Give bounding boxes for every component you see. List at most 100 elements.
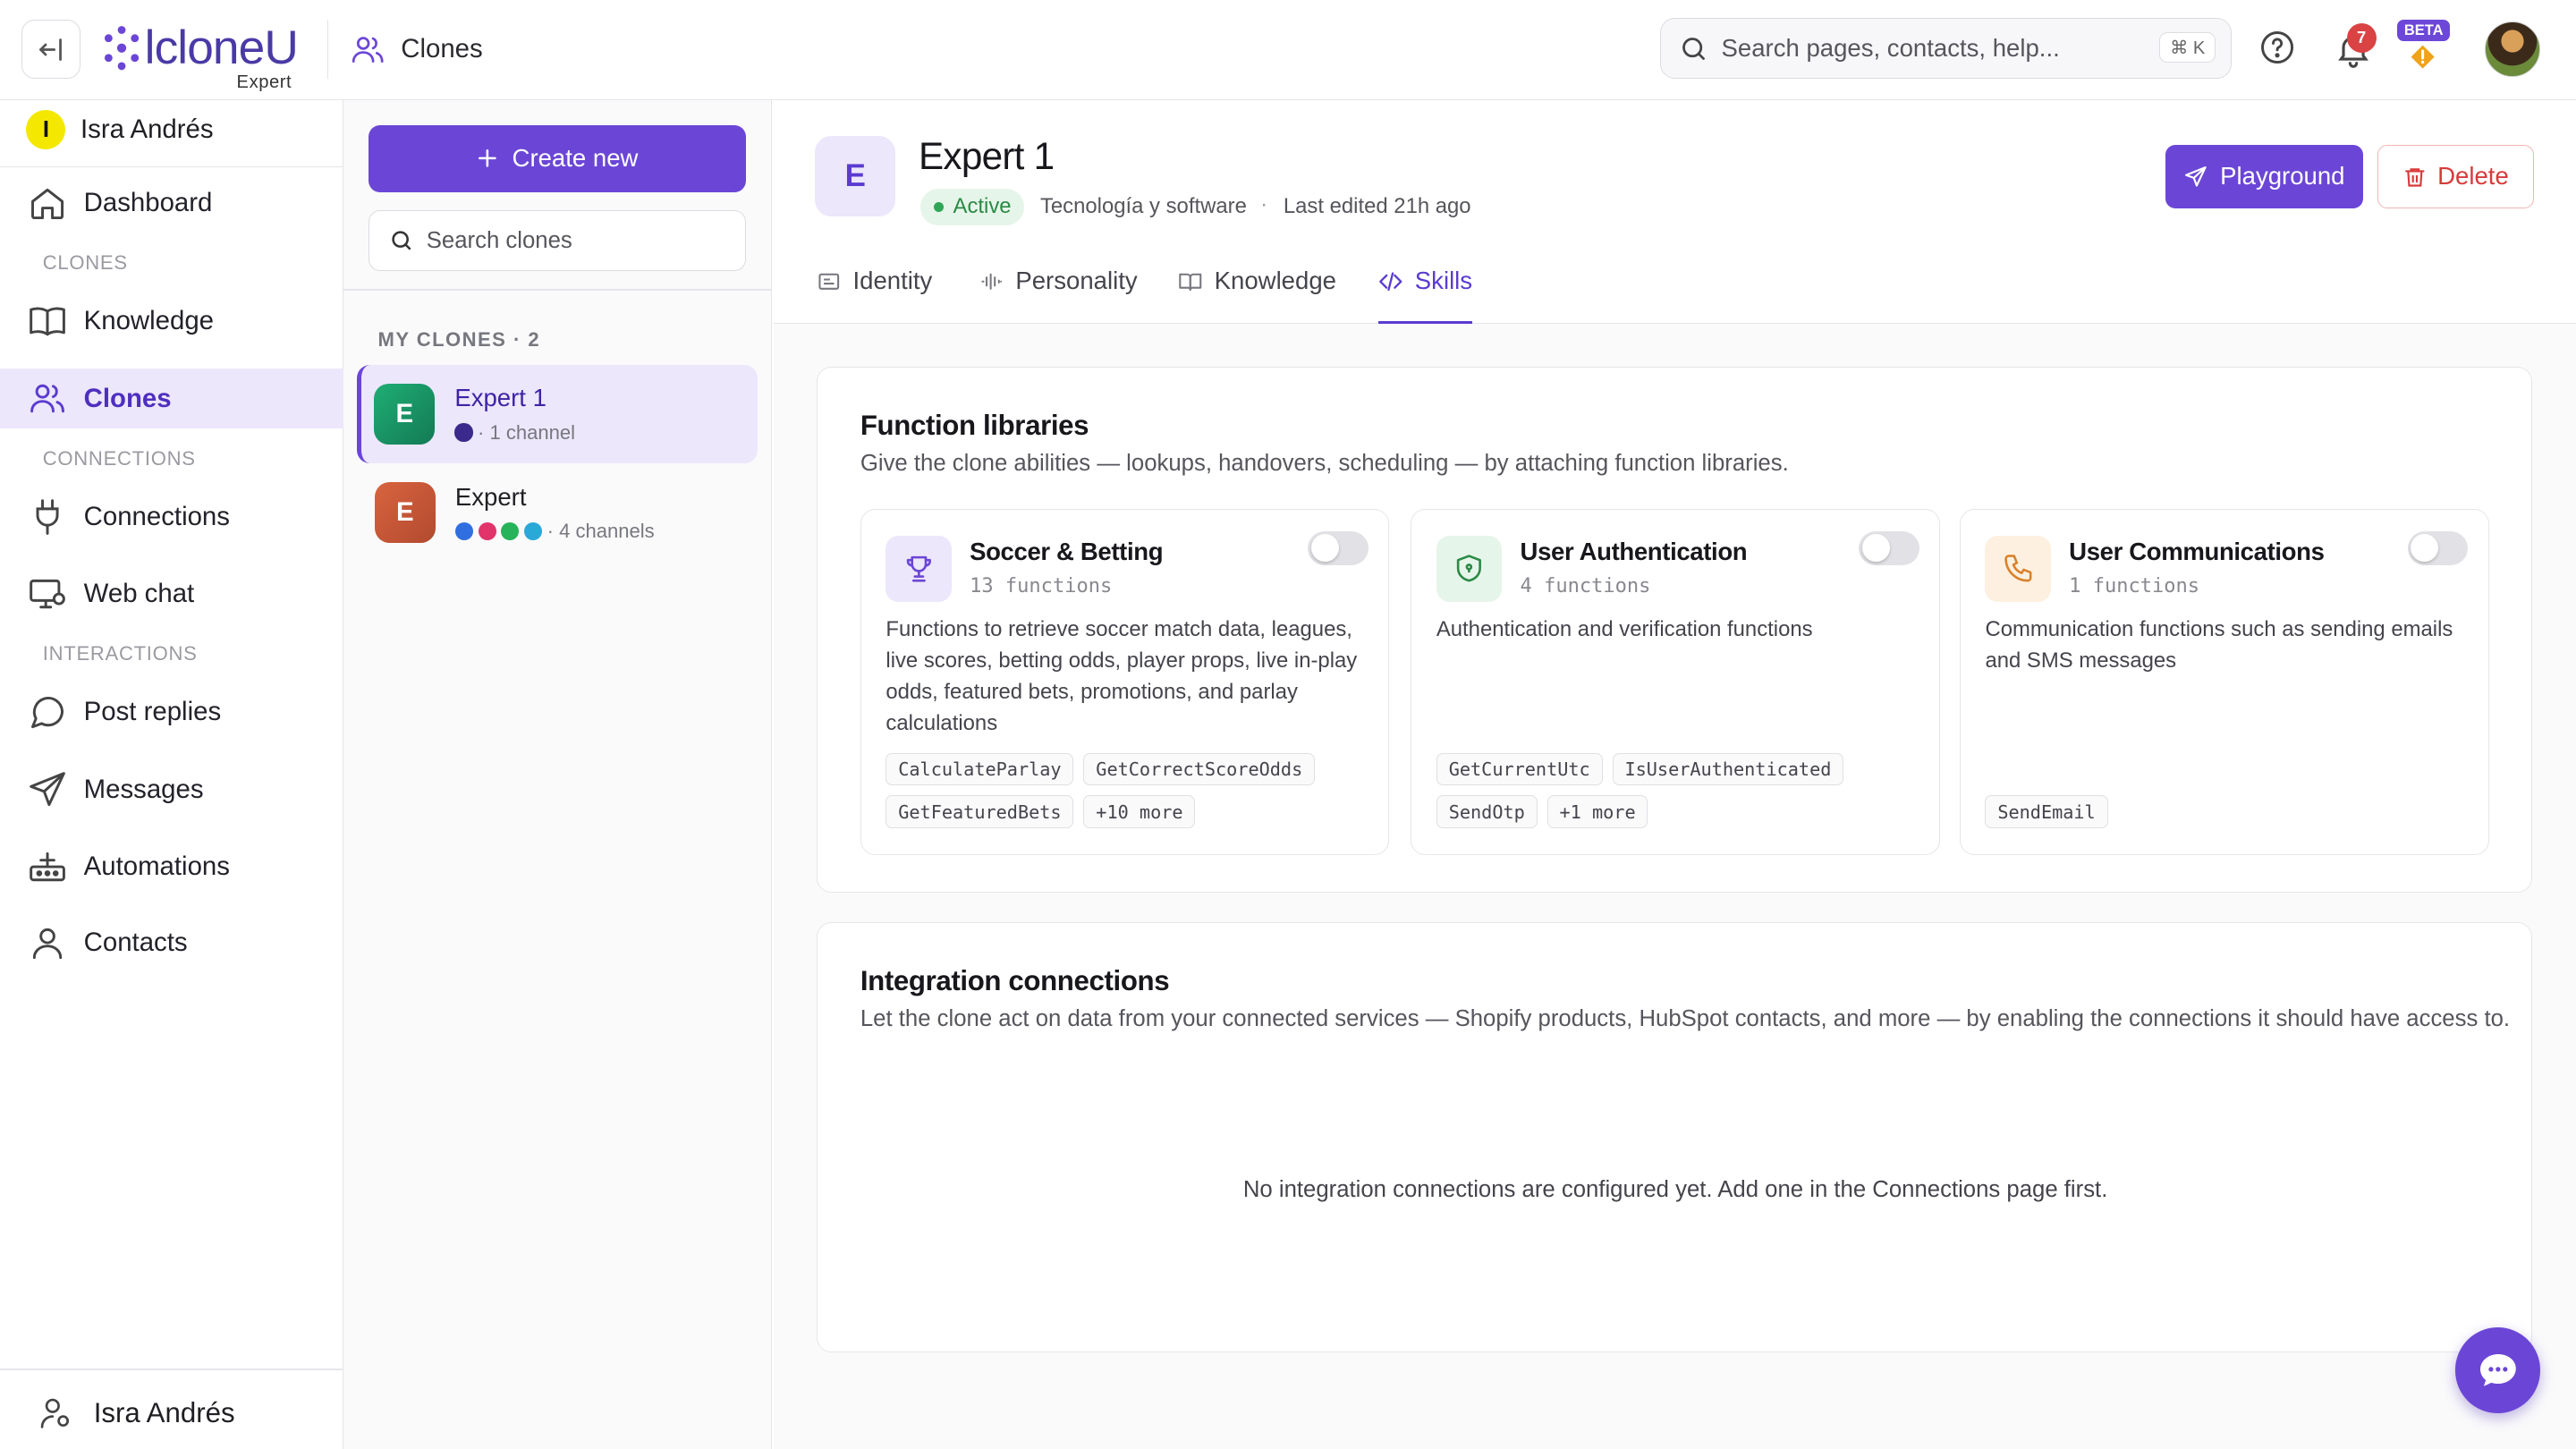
function-chip: GetCurrentUtc [1436, 752, 1603, 786]
main-sidebar: I Isra Andrés Dashboard CLONES Knowledge… [0, 100, 343, 1449]
library-icon-box [1436, 536, 1503, 602]
collapse-left-icon [39, 38, 63, 61]
function-chip: IsUserAuthenticated [1612, 752, 1844, 786]
tab-label: Identity [852, 266, 933, 294]
delete-label: Delete [2437, 162, 2509, 191]
clone-avatar: E [374, 383, 436, 445]
function-libraries-title: Function libraries [860, 410, 1089, 442]
sidebar-section-connections: CONNECTIONS [42, 446, 196, 470]
library-description: Authentication and verification function… [1436, 617, 1813, 642]
playground-button[interactable]: Playground [2165, 144, 2363, 209]
shield-icon [1457, 555, 1482, 582]
sidebar-item-label: Messages [83, 774, 204, 804]
playground-label: Playground [2220, 162, 2345, 191]
tab-label: Knowledge [1214, 266, 1336, 294]
sidebar-item-post-replies[interactable]: Post replies [0, 682, 343, 742]
sidebar-item-dashboard[interactable]: Dashboard [0, 173, 343, 233]
user-initial-badge: I [26, 110, 66, 150]
sidebar-item-label: Knowledge [83, 306, 215, 336]
status-badge: Active [919, 189, 1025, 225]
sidebar-item-label: Web chat [83, 579, 195, 609]
user-avatar[interactable] [2484, 21, 2541, 78]
user-name: Isra Andrés [80, 114, 214, 145]
sidebar-item-messages[interactable]: Messages [0, 759, 343, 820]
brand-logo[interactable]: lcloneU [102, 23, 299, 72]
search-shortcut-hint: ⌘ K [2159, 31, 2216, 64]
clone-search-input[interactable] [426, 227, 723, 254]
function-chip: GetCorrectScoreOdds [1083, 752, 1316, 786]
clone-info: Expert 1 · 1 channel [454, 384, 575, 444]
clone-channels: · 1 channel [454, 421, 575, 445]
integrations-subtitle: Let the clone act on data from your conn… [860, 1006, 2511, 1032]
library-toggle[interactable] [2407, 530, 2469, 566]
code-icon [1379, 272, 1402, 292]
send-icon [2184, 165, 2207, 187]
sidebar-item-knowledge[interactable]: Knowledge [0, 291, 343, 352]
tab-personality[interactable]: Personality [979, 267, 1138, 324]
clone-list-item[interactable]: E Expert · 4 channels [357, 463, 758, 562]
sidebar-section-clones: CLONES [42, 251, 128, 275]
clone-category: Tecnología y software [1039, 193, 1247, 218]
help-icon[interactable] [2258, 28, 2297, 67]
tab-skills[interactable]: Skills [1378, 266, 1473, 324]
main-content: E Expert 1 Active Tecnología y software … [774, 100, 2576, 1449]
home-icon [31, 188, 64, 219]
monitor-icon [30, 579, 66, 609]
sidebar-section-interactions: INTERACTIONS [42, 642, 198, 665]
clone-channel-count: · 1 channel [478, 420, 576, 444]
more-functions-chip[interactable]: +10 more [1083, 795, 1196, 829]
delete-button[interactable]: Delete [2377, 144, 2534, 209]
clone-name: Expert 1 [454, 384, 547, 412]
sidebar-item-automations[interactable]: Automations [0, 836, 343, 897]
tab-knowledge[interactable]: Knowledge [1178, 267, 1336, 324]
library-card-user-communications[interactable]: User Communications 1 functions Communic… [1959, 508, 2489, 856]
clone-channels: · 4 channels [454, 520, 655, 543]
clone-avatar: E [374, 482, 436, 544]
function-chip: SendOtp [1436, 795, 1538, 829]
warning-icon[interactable] [2409, 43, 2436, 71]
sidebar-item-label: Connections [83, 501, 230, 531]
library-card-user-authentication[interactable]: User Authentication 4 functions Authenti… [1411, 508, 1940, 856]
tab-label: Skills [1414, 266, 1473, 294]
sidebar-item-clones[interactable]: Clones [0, 368, 343, 429]
notification-count-badge: 7 [2346, 22, 2377, 53]
create-new-button[interactable]: Create new [368, 124, 747, 192]
channel-dot [454, 423, 473, 442]
library-function-chips: CalculateParlay GetCorrectScoreOdds GetF… [886, 752, 1378, 829]
library-function-chips: GetCurrentUtc IsUserAuthenticated SendOt… [1436, 752, 1929, 829]
users-icon [30, 385, 65, 413]
channel-dot [501, 521, 520, 540]
channel-dot [454, 521, 474, 540]
channel-dot [523, 521, 543, 540]
tab-identity[interactable]: Identity [817, 267, 932, 324]
sidebar-item-label: Clones [83, 383, 172, 413]
global-search[interactable]: ⌘ K [1659, 18, 2232, 80]
channel-dot [478, 521, 496, 540]
clone-header: E Expert 1 Active Tecnología y software … [774, 100, 2576, 324]
sidebar-item-connections[interactable]: Connections [0, 487, 343, 547]
library-function-count: 1 functions [2069, 575, 2200, 598]
sidebar-item-contacts[interactable]: Contacts [0, 912, 343, 973]
global-search-input[interactable] [1721, 34, 2152, 64]
user-icon [33, 928, 63, 959]
sidebar-item-label: Post replies [83, 697, 222, 727]
more-functions-chip[interactable]: +1 more [1546, 795, 1648, 829]
library-toggle[interactable] [1858, 530, 1919, 566]
library-toggle[interactable] [1308, 530, 1369, 566]
sidebar-footer-user[interactable]: Isra Andrés [38, 1395, 235, 1431]
clone-info: Expert · 4 channels [454, 483, 655, 543]
clone-list-item[interactable]: E Expert 1 · 1 channel [356, 364, 758, 464]
sidebar-item-web-chat[interactable]: Web chat [0, 564, 343, 624]
id-card-icon [818, 273, 840, 291]
current-user[interactable]: I Isra Andrés [26, 110, 214, 150]
clone-search[interactable] [368, 210, 747, 272]
header-divider [326, 20, 329, 80]
phone-icon [2004, 555, 2032, 582]
trash-icon [2404, 167, 2425, 187]
collapse-sidebar-button[interactable] [21, 20, 80, 80]
support-chat-button[interactable] [2454, 1327, 2541, 1413]
integrations-title: Integration connections [860, 965, 1170, 997]
my-clones-heading: MY CLONES · 2 [377, 328, 541, 352]
clones-panel-divider [343, 289, 773, 292]
library-card-soccer-betting[interactable]: Soccer & Betting 13 functions Functions … [860, 508, 1390, 856]
